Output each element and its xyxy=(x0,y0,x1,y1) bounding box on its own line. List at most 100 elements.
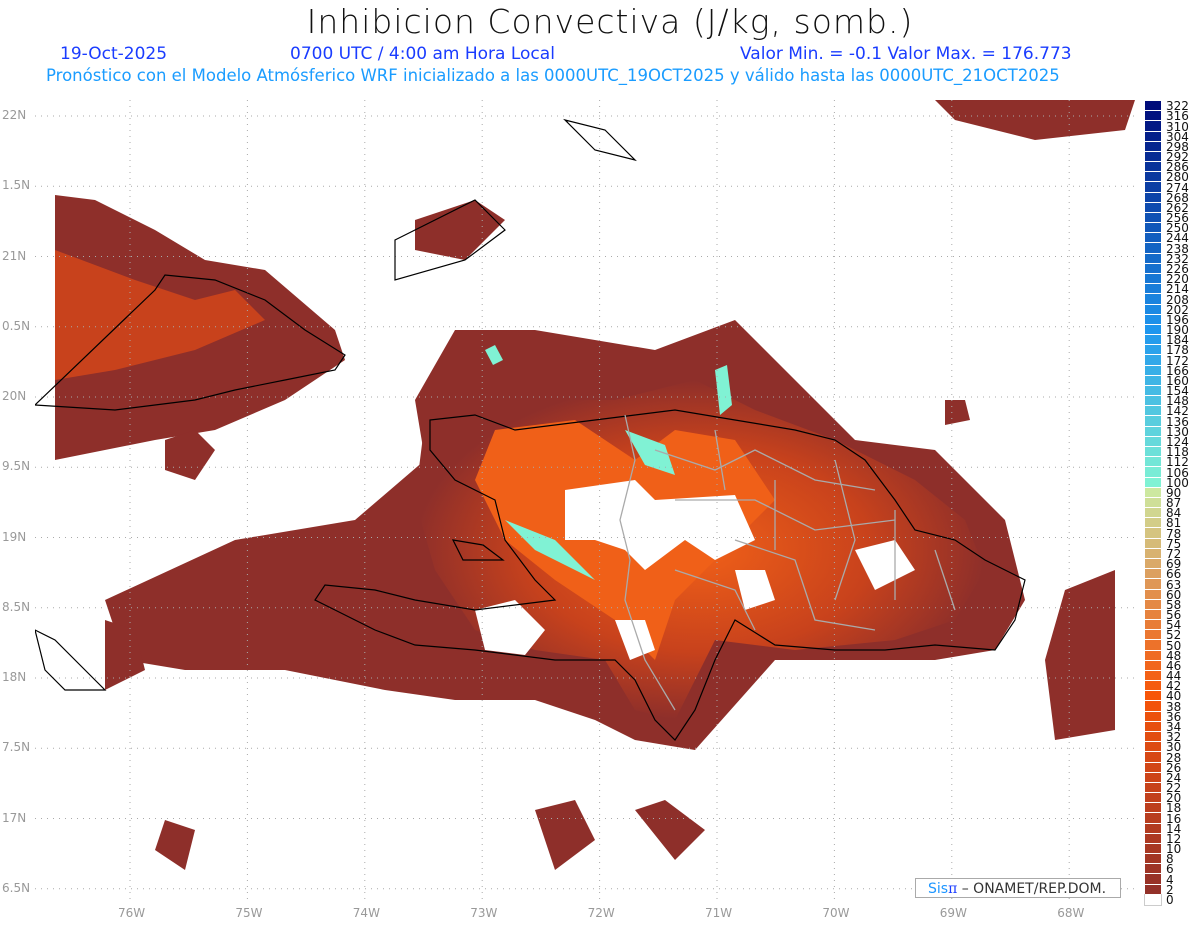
lon-tick-label: 68W xyxy=(1057,906,1085,920)
colorbar-swatch xyxy=(1145,772,1161,783)
cin-shading xyxy=(55,100,1135,870)
credit-logo: Sisπ – ONAMET/REP.DOM. xyxy=(915,878,1121,898)
lat-tick-label: 9.5N xyxy=(2,459,31,474)
colorbar-swatch xyxy=(1145,243,1161,254)
colorbar-swatch xyxy=(1145,202,1161,213)
colorbar-swatch xyxy=(1145,355,1161,366)
colorbar-swatch xyxy=(1145,630,1161,641)
colorbar-swatch xyxy=(1145,558,1161,570)
lon-tick-label: 72W xyxy=(587,906,615,920)
model-subtitle: Pronóstico con el Modelo Atmósferico WRF… xyxy=(46,66,1060,85)
forecast-date: 19-Oct-2025 xyxy=(60,44,168,64)
colorbar-swatch xyxy=(1145,162,1161,173)
colorbar-swatch xyxy=(1145,365,1161,376)
colorbar-swatch xyxy=(1145,141,1161,152)
lat-tick-label: 6.5N xyxy=(2,880,31,895)
lon-tick-label: 74W xyxy=(352,906,380,920)
cin-map xyxy=(35,100,1135,900)
colorbar-swatch xyxy=(1145,375,1161,386)
colorbar-swatch xyxy=(1145,406,1161,417)
colorbar-swatch xyxy=(1145,345,1161,356)
colorbar-swatch xyxy=(1145,843,1161,855)
colorbar-swatch xyxy=(1145,294,1161,305)
lon-tick-label: 75W xyxy=(235,906,263,920)
colorbar-swatch xyxy=(1145,793,1161,804)
lat-tick-label: 22N xyxy=(2,108,27,122)
colorbar-swatch xyxy=(1145,233,1161,244)
colorbar-swatch xyxy=(1145,782,1161,794)
colorbar-swatch xyxy=(1145,274,1161,285)
colorbar-swatch xyxy=(1145,192,1161,203)
lat-tick-label: 1.5N xyxy=(2,178,31,193)
colorbar-swatch xyxy=(1145,731,1161,743)
lon-tick-label: 70W xyxy=(822,906,850,920)
lat-tick-label: 17N xyxy=(2,810,27,825)
colorbar-swatch xyxy=(1145,497,1161,509)
colorbar-swatch xyxy=(1145,416,1161,427)
logo-org: – ONAMET/REP.DOM. xyxy=(957,881,1107,897)
colorbar-swatch xyxy=(1145,528,1161,539)
colorbar-swatch xyxy=(1145,477,1161,488)
logo-brand-a: Sis xyxy=(928,881,949,897)
colorbar-swatch xyxy=(1145,304,1161,315)
colorbar-swatch xyxy=(1145,742,1161,753)
colorbar-swatch xyxy=(1145,121,1161,132)
colorbar-swatch xyxy=(1144,893,1162,907)
colorbar-swatch xyxy=(1145,508,1161,519)
colorbar-swatch xyxy=(1145,457,1161,468)
colorbar-swatch xyxy=(1145,396,1161,407)
colorbar-swatch xyxy=(1145,823,1161,834)
lat-tick-label: 21N xyxy=(2,248,27,263)
colorbar-swatch xyxy=(1145,752,1161,763)
colorbar-swatch xyxy=(1145,701,1161,712)
colorbar-swatch xyxy=(1145,385,1161,397)
colorbar-swatch xyxy=(1145,548,1161,559)
lat-tick-label: 20N xyxy=(2,389,27,403)
colorbar-swatch xyxy=(1145,131,1161,142)
colorbar-swatch xyxy=(1145,335,1161,346)
colorbar-swatch xyxy=(1145,223,1161,234)
colorbar-swatch xyxy=(1145,721,1161,732)
colorbar-swatch xyxy=(1145,803,1161,814)
colorbar-swatch xyxy=(1145,182,1161,193)
colorbar-swatch xyxy=(1145,314,1161,325)
colorbar-swatch xyxy=(1145,813,1161,824)
lon-tick-label: 69W xyxy=(939,906,967,920)
colorbar-swatch xyxy=(1145,467,1161,478)
colorbar-swatch xyxy=(1145,436,1161,448)
colorbar-swatch xyxy=(1145,762,1161,773)
colorbar-swatch xyxy=(1145,426,1161,437)
colorbar-swatch xyxy=(1145,447,1161,458)
colorbar-swatch xyxy=(1145,681,1161,692)
lat-tick-label: 18N xyxy=(2,670,27,684)
colorbar-swatch xyxy=(1145,101,1161,112)
colorbar-swatch xyxy=(1145,284,1161,295)
colorbar-swatch xyxy=(1145,854,1161,865)
colorbar-swatch xyxy=(1145,538,1161,549)
colorbar-swatch xyxy=(1145,691,1161,702)
colorbar-swatch xyxy=(1145,884,1161,895)
colorbar-swatch xyxy=(1145,324,1161,336)
colorbar-label: 322 xyxy=(1166,99,1189,114)
lat-tick-label: 7.5N xyxy=(2,740,31,755)
lon-tick-label: 71W xyxy=(705,906,733,920)
lat-tick-label: 0.5N xyxy=(2,318,31,333)
colorbar-swatch xyxy=(1145,263,1161,274)
colorbar-swatch xyxy=(1145,487,1161,498)
lat-tick-label: 19N xyxy=(2,529,27,544)
colorbar-swatch xyxy=(1145,172,1161,183)
colorbar-swatch xyxy=(1145,620,1161,631)
colorbar-swatch xyxy=(1145,569,1161,580)
colorbar-swatch xyxy=(1145,670,1161,682)
logo-brand-b: π xyxy=(948,881,958,897)
map-title: Inhibicion Convectiva (J/kg, somb.) xyxy=(306,2,914,41)
min-max-values: Valor Min. = -0.1 Valor Max. = 176.773 xyxy=(740,44,1072,64)
colorbar-swatch xyxy=(1145,609,1161,621)
colorbar-swatch xyxy=(1145,650,1161,661)
colorbar-swatch xyxy=(1145,151,1161,163)
lat-tick-label: 8.5N xyxy=(2,599,31,614)
colorbar-swatch xyxy=(1145,640,1161,651)
colorbar-swatch xyxy=(1145,599,1161,610)
colorbar-swatch xyxy=(1145,111,1161,122)
colorbar-swatch xyxy=(1145,864,1161,875)
